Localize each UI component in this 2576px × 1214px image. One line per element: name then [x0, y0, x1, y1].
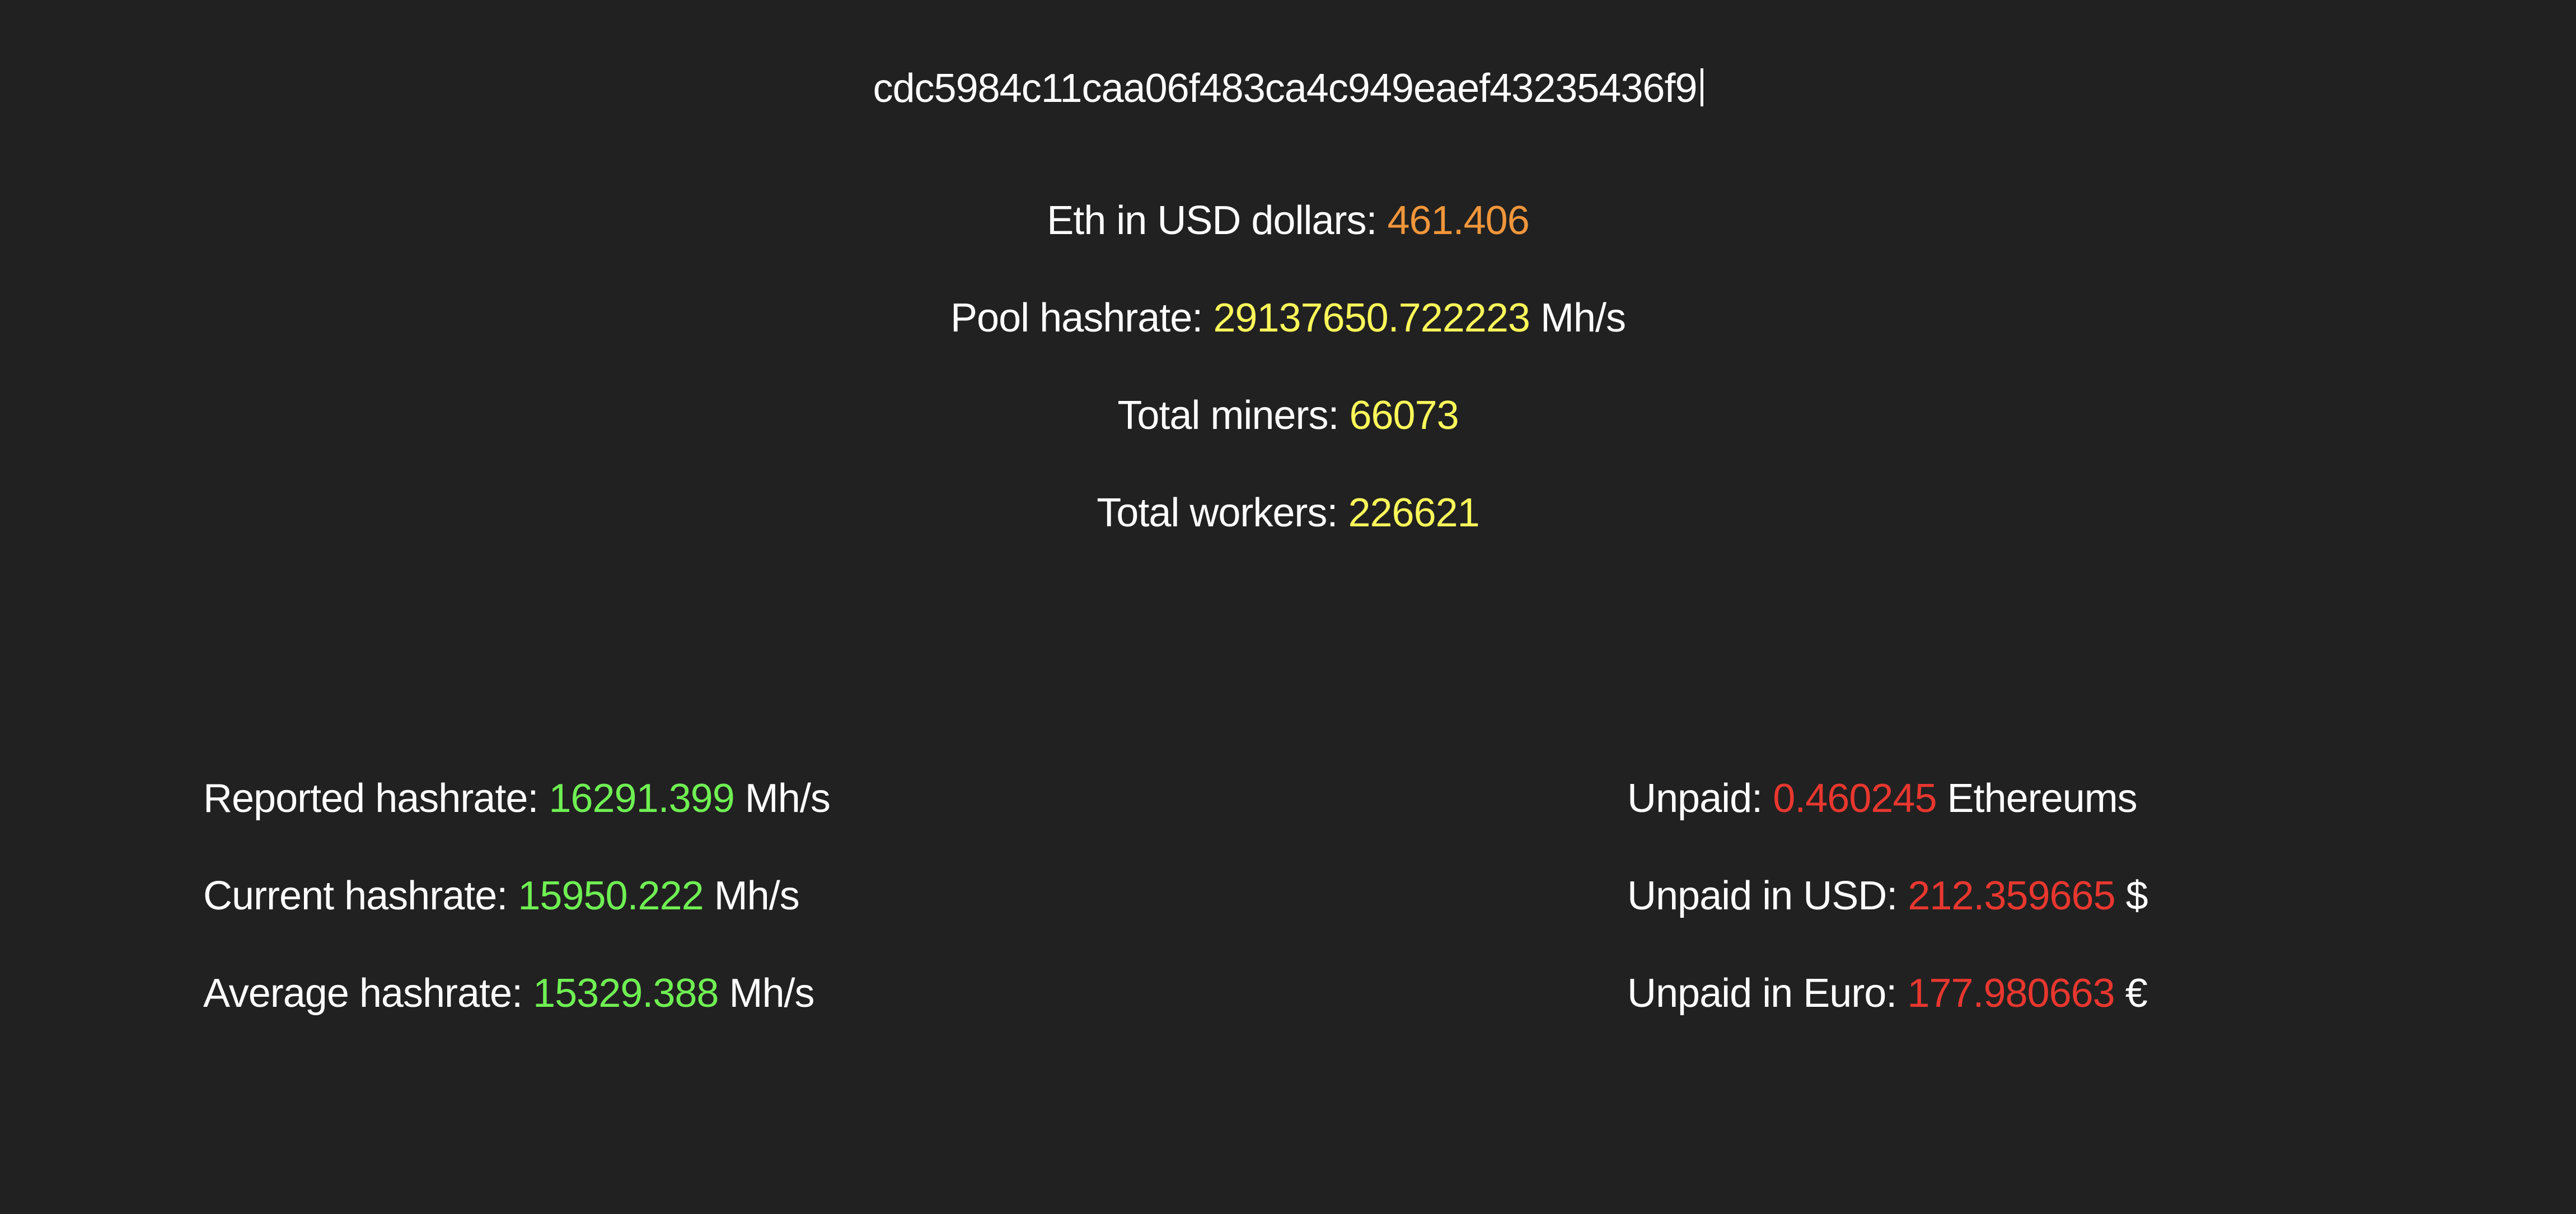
- reported-hashrate-value: 16291.399: [549, 776, 734, 821]
- unpaid-usd-unit: $: [2125, 874, 2148, 918]
- current-hashrate-unit: Mh/s: [714, 874, 800, 918]
- eth-price-label: Eth in USD dollars:: [1047, 198, 1377, 243]
- wallet-address-display[interactable]: cdc5984c11caa06f483ca4c949eaef43235436f9: [0, 68, 2576, 109]
- total-workers-row: Total workers: 226621: [0, 493, 2576, 533]
- reported-hashrate-label: Reported hashrate:: [203, 776, 538, 821]
- total-workers-value: 226621: [1348, 491, 1479, 535]
- total-miners-row: Total miners: 66073: [0, 395, 2576, 436]
- hashrate-stats: Reported hashrate: 16291.399 Mh/s Curren…: [203, 776, 831, 1071]
- eth-price-row: Eth in USD dollars: 461.406: [0, 200, 2576, 241]
- unpaid-euro-value: 177.980663: [1907, 971, 2115, 1016]
- total-miners-value: 66073: [1349, 393, 1459, 438]
- unpaid-euro-unit: €: [2125, 971, 2148, 1016]
- pool-hashrate-label: Pool hashrate:: [950, 296, 1203, 340]
- average-hashrate-label: Average hashrate:: [203, 971, 523, 1016]
- pool-hashrate-row: Pool hashrate: 29137650.722223 Mh/s: [0, 298, 2576, 338]
- wallet-address-text: cdc5984c11caa06f483ca4c949eaef43235436f9: [873, 66, 1698, 111]
- unpaid-euro-label: Unpaid in Euro:: [1627, 971, 1897, 1016]
- average-hashrate-row: Average hashrate: 15329.388 Mh/s: [203, 973, 830, 1014]
- unpaid-eth-row: Unpaid: 0.460245 Ethereums: [1627, 778, 2148, 819]
- unpaid-usd-row: Unpaid in USD: 212.359665 $: [1627, 876, 2148, 916]
- unpaid-eth-unit: Ethereums: [1947, 776, 2138, 821]
- pool-hashrate-unit: Mh/s: [1540, 296, 1626, 340]
- total-workers-label: Total workers:: [1097, 491, 1338, 535]
- current-hashrate-value: 15950.222: [518, 874, 704, 918]
- unpaid-euro-row: Unpaid in Euro: 177.980663 €: [1627, 973, 2148, 1014]
- average-hashrate-value: 15329.388: [533, 971, 719, 1016]
- average-hashrate-unit: Mh/s: [729, 971, 814, 1016]
- current-hashrate-row: Current hashrate: 15950.222 Mh/s: [203, 876, 830, 916]
- unpaid-usd-value: 212.359665: [1908, 874, 2115, 918]
- reported-hashrate-row: Reported hashrate: 16291.399 Mh/s: [203, 776, 831, 821]
- text-cursor: [1700, 68, 1703, 106]
- unpaid-usd-label: Unpaid in USD:: [1627, 874, 1898, 918]
- pool-hashrate-value: 29137650.722223: [1213, 296, 1530, 340]
- eth-price-value: 461.406: [1387, 198, 1530, 243]
- total-miners-label: Total miners:: [1117, 393, 1339, 438]
- unpaid-eth-value: 0.460245: [1773, 776, 1937, 821]
- current-hashrate-label: Current hashrate:: [203, 874, 508, 918]
- reported-hashrate-unit: Mh/s: [744, 776, 831, 821]
- unpaid-balance-stats: Unpaid: 0.460245 Ethereums Unpaid in USD…: [1627, 778, 2148, 1071]
- unpaid-eth-label: Unpaid:: [1627, 776, 1763, 821]
